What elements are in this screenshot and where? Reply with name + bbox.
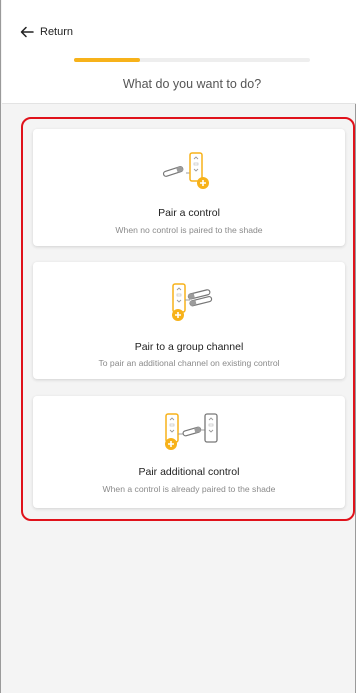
return-label: Return	[40, 26, 74, 38]
progress-fill	[74, 58, 141, 62]
remote-pair-plus-icon	[33, 149, 345, 193]
progress-bar	[74, 58, 310, 62]
arrow-left-icon	[20, 26, 34, 38]
app-frame: Return What do you want to do? Pair a co…	[0, 0, 356, 693]
option-title: Pair to a group channel	[134, 341, 244, 353]
option-description: To pair an additional channel on existin…	[98, 358, 280, 368]
option-description: When a control is already paired to the …	[102, 484, 276, 494]
return-button[interactable]: Return	[20, 22, 73, 42]
page-question: What do you want to do?	[122, 77, 262, 91]
options-group: Pair a control When no control is paired…	[21, 117, 355, 521]
additional-remote-pair-icon	[33, 410, 345, 454]
option-title: Pair additional control	[138, 466, 240, 478]
option-title: Pair a control	[158, 207, 220, 219]
option-description: When no control is paired to the shade	[115, 225, 263, 235]
header: Return What do you want to do?	[2, 0, 356, 104]
group-channel-pair-icon	[33, 280, 345, 326]
option-card-group-channel[interactable]: Pair to a group channel To pair an addit…	[33, 262, 345, 379]
option-card-additional-control[interactable]: Pair additional control When a control i…	[33, 396, 345, 508]
option-card-pair-control[interactable]: Pair a control When no control is paired…	[33, 129, 345, 246]
